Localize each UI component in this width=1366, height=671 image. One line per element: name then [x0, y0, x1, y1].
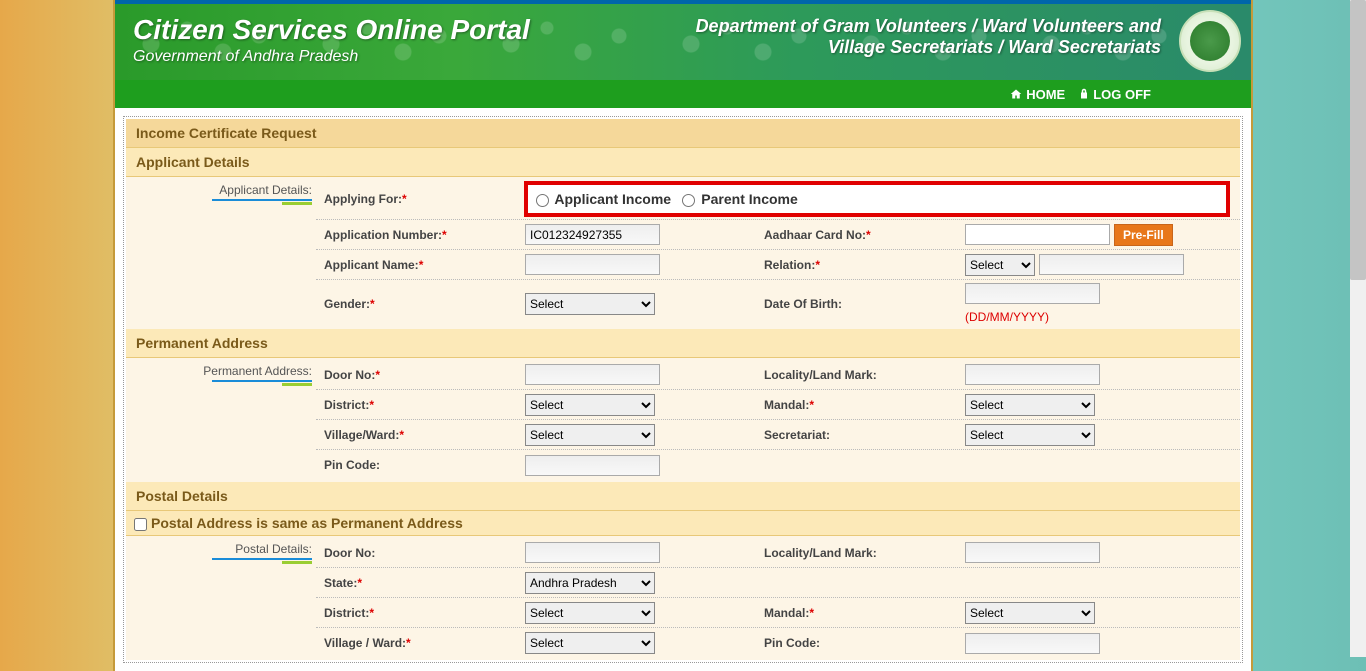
perm-village-select[interactable]: Select: [525, 424, 655, 446]
radio-parent-income[interactable]: Parent Income: [682, 191, 797, 207]
section-postal-header: Postal Details: [126, 482, 1240, 511]
postal-mandal-label: Mandal:*: [756, 601, 961, 625]
postal-door-label: Door No:: [316, 541, 521, 565]
perm-door-input[interactable]: [525, 364, 660, 385]
perm-mandal-select[interactable]: Select: [965, 394, 1095, 416]
applicant-side-label: Applicant Details:: [126, 183, 316, 205]
perm-district-label: District:*: [316, 393, 521, 417]
nav-home[interactable]: HOME: [1010, 87, 1065, 102]
scrollbar[interactable]: [1350, 0, 1366, 657]
permanent-side-label: Permanent Address:: [126, 364, 316, 386]
portal-title: Citizen Services Online Portal: [133, 14, 530, 46]
header-banner: Citizen Services Online Portal Governmen…: [115, 0, 1251, 80]
postal-pin-input[interactable]: [965, 633, 1100, 654]
app-number-input[interactable]: [525, 224, 660, 245]
nav-logoff-label: LOG OFF: [1093, 87, 1151, 102]
applicant-name-label: Applicant Name:*: [316, 253, 521, 277]
home-icon: [1010, 88, 1022, 100]
perm-door-label: Door No:*: [316, 363, 521, 387]
postal-district-select[interactable]: Select: [525, 602, 655, 624]
relation-label: Relation:*: [756, 253, 961, 277]
section-permanent-header: Permanent Address: [126, 329, 1240, 358]
page-container: Citizen Services Online Portal Governmen…: [113, 0, 1253, 671]
perm-pin-label: Pin Code:: [316, 453, 521, 477]
department-line-1: Department of Gram Volunteers / Ward Vol…: [696, 16, 1161, 37]
perm-secretariat-select[interactable]: Select: [965, 424, 1095, 446]
gender-label: Gender:*: [316, 292, 521, 316]
form-panel: Income Certificate Request Applicant Det…: [123, 116, 1243, 663]
page-title: Income Certificate Request: [126, 119, 1240, 148]
postal-door-input[interactable]: [525, 542, 660, 563]
gender-select[interactable]: Select: [525, 293, 655, 315]
section-applicant-header: Applicant Details: [126, 148, 1240, 177]
postal-same-row: Postal Address is same as Permanent Addr…: [126, 511, 1240, 536]
postal-pin-label: Pin Code:: [756, 631, 961, 655]
aadhaar-input[interactable]: [965, 224, 1110, 245]
section-applicant-body: Applicant Details: Applying For:* Applic…: [126, 177, 1240, 329]
postal-mandal-select[interactable]: Select: [965, 602, 1095, 624]
relation-input[interactable]: [1039, 254, 1184, 275]
applying-for-highlight: Applicant Income Parent Income: [524, 181, 1230, 217]
radio-applicant-income[interactable]: Applicant Income: [536, 191, 671, 207]
perm-secretariat-label: Secretariat:: [756, 423, 961, 447]
postal-same-checkbox[interactable]: Postal Address is same as Permanent Addr…: [134, 515, 463, 531]
postal-side-label: Postal Details:: [126, 542, 316, 564]
prefill-button[interactable]: Pre-Fill: [1114, 224, 1173, 246]
section-postal-body: Postal Details: Door No: Locality/Land M…: [126, 536, 1240, 660]
perm-locality-input[interactable]: [965, 364, 1100, 385]
postal-locality-input[interactable]: [965, 542, 1100, 563]
ap-emblem-icon: [1179, 10, 1241, 72]
postal-village-label: Village / Ward:*: [316, 631, 521, 655]
dob-label: Date Of Birth:: [756, 292, 961, 316]
relation-select[interactable]: Select: [965, 254, 1035, 276]
postal-locality-label: Locality/Land Mark:: [756, 541, 961, 565]
perm-mandal-label: Mandal:*: [756, 393, 961, 417]
postal-state-select[interactable]: Andhra Pradesh: [525, 572, 655, 594]
navbar: HOME LOG OFF: [115, 80, 1251, 108]
section-permanent-body: Permanent Address: Door No:* Locality/La…: [126, 358, 1240, 482]
perm-village-label: Village/Ward:*: [316, 423, 521, 447]
applying-for-label: Applying For:*: [316, 187, 521, 211]
postal-state-label: State:*: [316, 571, 521, 595]
perm-locality-label: Locality/Land Mark:: [756, 363, 961, 387]
postal-village-select[interactable]: Select: [525, 632, 655, 654]
lock-icon: [1079, 88, 1089, 100]
nav-logoff[interactable]: LOG OFF: [1079, 87, 1151, 102]
app-number-label: Application Number:*: [316, 223, 521, 247]
perm-pin-input[interactable]: [525, 455, 660, 476]
aadhaar-label: Aadhaar Card No:*: [756, 223, 961, 247]
scrollbar-thumb[interactable]: [1350, 0, 1366, 280]
dob-input[interactable]: [965, 283, 1100, 304]
department-line-2: Village Secretariats / Ward Secretariats: [696, 37, 1161, 58]
dob-hint: (DD/MM/YYYY): [965, 310, 1049, 324]
portal-subtitle: Government of Andhra Pradesh: [133, 48, 530, 66]
perm-district-select[interactable]: Select: [525, 394, 655, 416]
applicant-name-input[interactable]: [525, 254, 660, 275]
nav-home-label: HOME: [1026, 87, 1065, 102]
postal-district-label: District:*: [316, 601, 521, 625]
